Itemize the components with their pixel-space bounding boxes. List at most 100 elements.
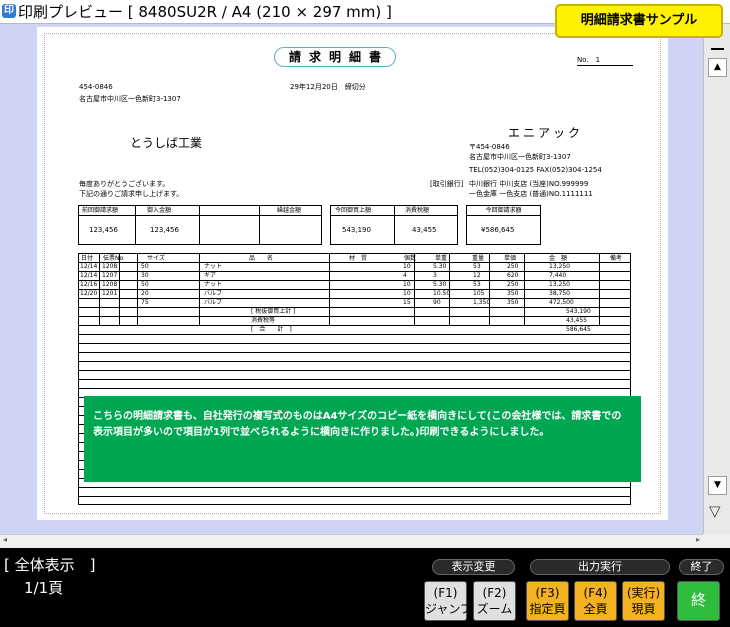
table-cell: 350 [507,290,519,297]
summary-header-row: 前回御請求額 御入金額 繰越金額 [79,206,321,216]
total-label: [ 税抜御買上計 ] [251,308,296,315]
window-title: 印刷プレビュー [ 8480SU2R / A4 (210 × 297 mm) ] [18,3,392,21]
column-header: 品 名 [249,255,274,262]
document-title: 請求明細書 [274,47,396,67]
column-line [599,254,600,326]
summary-box-total: 今回御請求額 ¥586,645 [466,205,541,245]
column-line [199,254,200,326]
group-output-execute: 出力実行 [530,559,670,575]
total-row: [ 税抜御買上計 ] 543,190 [79,308,630,317]
column-line [119,254,120,326]
column-header: 日付 [81,255,94,262]
table-cell: ナット [204,281,223,288]
table-row: 12/14 1208 50 ナット 10 5.30 53 250 13,250 [79,263,630,272]
total-row: [ 合 計 ] 586,645 [79,326,630,335]
all-pages-button[interactable]: (F4) 全頁 [574,581,617,621]
app-icon: 印 [2,4,16,18]
empty-row [79,381,630,389]
current-purchase: 543,190 [342,226,371,234]
scroll-right-icon[interactable]: ▸ [696,535,700,544]
column-header: 重量 [472,255,485,262]
bottom-toolbar: [ 全体表示 ] 1/1頁 表示変更 出力実行 終了 (F1) ジャンプ (F2… [0,548,730,627]
divider [394,206,395,244]
table-cell: 250 [507,263,519,270]
table-cell: 15 [403,299,411,306]
current-page-button[interactable]: (実行) 現頁 [622,581,665,621]
empty-row [79,363,630,371]
total-label: [ 合 計 ] [251,326,292,333]
consumption-tax: 43,455 [412,226,437,234]
table-row: 12/20 1201 20 バルブ 10 10.50 105 350 38,750 [79,290,630,299]
table-cell: 90 [433,299,441,306]
column-line [414,254,415,326]
empty-row [79,354,630,362]
column-header: サイズ [147,255,165,262]
greeting-line-1: 毎度ありがとうございます。 [79,180,170,188]
scroll-corner [703,534,730,548]
customer-name: とうしば工業 [130,136,203,150]
table-header: 日付 伝票No サイズ 品 名 材 質 個数 単重 重量 単価 金 額 備考 [79,254,630,263]
page-count: 1/1頁 [24,579,64,597]
group-display-change: 表示変更 [432,559,515,575]
sample-badge: 明細請求書サンプル [555,4,723,38]
total-value: 586,645 [566,326,591,333]
table-cell: 10 [403,263,411,270]
summary-header: 繰越金額 [277,207,302,214]
received-amount: 123,456 [150,226,179,234]
empty-row [79,345,630,353]
specified-page-button[interactable]: (F3) 指定頁 [526,581,569,621]
column-line [449,254,450,326]
table-cell: 1208 [102,263,118,270]
customer-postal: 454-0846 [79,83,113,91]
table-cell: 1207 [102,272,118,279]
table-cell: 75 [141,299,149,306]
zoom-button[interactable]: (F2) ズーム [473,581,516,621]
table-cell: 38,750 [549,290,570,297]
table-cell: 1201 [102,290,118,297]
table-cell: 12 [473,272,481,279]
bank-line-2: 一色金庫 一色支店 (普通)NO.1111111 [469,190,593,198]
scroll-down-button[interactable]: ▼ [708,476,727,495]
summary-header: 今回御買上額 [335,207,372,214]
table-cell: バルブ [204,290,223,297]
vertical-scrollbar[interactable]: ▲ ▼ ▽ [703,24,730,534]
divider [199,206,200,244]
view-mode-label: [ 全体表示 ] [4,556,96,574]
jump-button[interactable]: (F1) ジャンプ [424,581,472,621]
document-number: No. 1 [577,55,633,66]
table-cell: 53 [473,281,481,288]
empty-row [79,336,630,344]
bank-line-1: 中川銀行 中川支店 (当座)NO.999999 [469,180,589,188]
table-cell: 50 [141,281,149,288]
table-row: 12/14 1207 30 ギア 4 3 12 620 7,440 [79,272,630,281]
scroll-left-icon[interactable]: ◂ [3,535,7,544]
page-down-icon[interactable]: ▽ [709,502,721,520]
column-line [99,254,100,326]
table-cell: 105 [473,290,485,297]
table-cell: 472,500 [549,299,574,306]
customer-address: 名古屋市中川区一色新町3-1307 [79,95,181,103]
summary-header: 御入金額 [147,207,172,214]
table-cell: 3 [433,272,437,279]
issuer-name: エニアック [508,126,584,140]
issuer-postal: 〒454-0846 [469,143,510,151]
column-line [524,254,525,326]
table-cell: 30 [141,272,149,279]
table-row: 75 バルブ 15 90 1,350 350 472,500 [79,299,630,308]
scroll-up-button[interactable]: ▲ [708,58,727,77]
table-cell: 1,350 [473,299,491,306]
total-value: 43,455 [566,317,587,324]
table-cell: 1208 [102,281,118,288]
horizontal-scrollbar[interactable]: ◂ ▸ [0,534,703,548]
column-header: 単重 [435,255,448,262]
column-line [137,254,138,326]
sample-description: こちらの明細請求書も、自社発行の複写式のものはA4サイズのコピー紙を横向きにして… [84,396,641,482]
table-cell: 620 [507,272,519,279]
table-cell: 12/16 [80,281,98,288]
divider [259,206,260,244]
end-button[interactable]: 終 [677,581,720,621]
table-cell: 5.30 [433,263,447,270]
table-cell: 10.50 [433,290,451,297]
column-header: 単価 [504,255,517,262]
total-label: 消費税等 [251,317,276,324]
